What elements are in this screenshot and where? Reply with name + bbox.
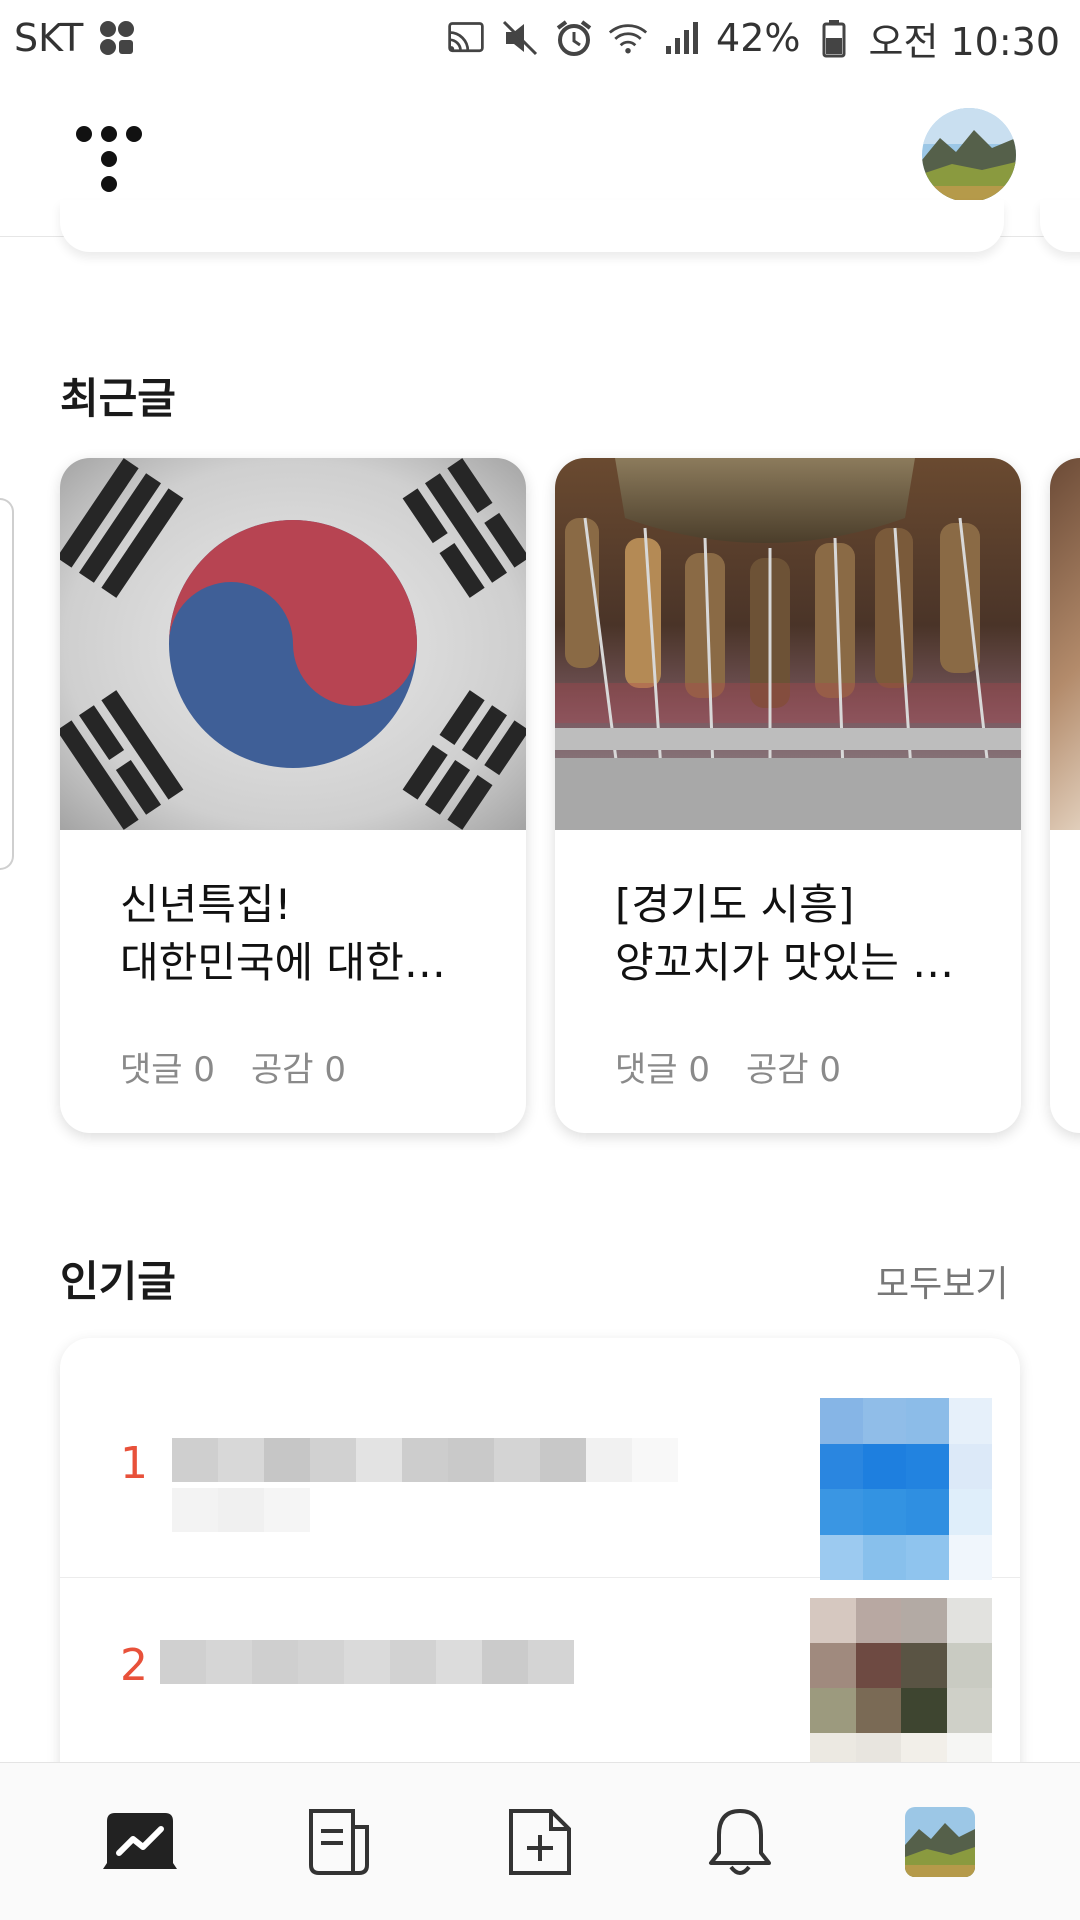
carrier-label: SKT — [14, 16, 84, 60]
notification-icon[interactable] — [690, 1792, 790, 1892]
rank-number: 2 — [120, 1640, 148, 1691]
popular-section-title: 인기글 — [60, 1257, 176, 1306]
tistory-logo-icon[interactable] — [74, 124, 144, 194]
comment-count: 댓글 0 — [615, 1050, 710, 1090]
previous-section-card-peek — [1040, 200, 1080, 252]
edge-panel-handle[interactable] — [0, 498, 14, 870]
recent-post-card[interactable]: [경기도 시흥] 양꼬치가 맛있는 … 댓글 0 공감 0 — [555, 458, 1021, 1133]
like-count: 공감 0 — [251, 1050, 346, 1090]
rank-number: 1 — [120, 1438, 148, 1489]
recent-section-title: 최근글 — [60, 374, 176, 423]
post-meta: 댓글 0 공감 0 — [120, 1042, 346, 1091]
comment-count: 댓글 0 — [120, 1050, 215, 1090]
status-bar: SKT 42% 오전 10:30 — [0, 0, 1080, 76]
post-title: 신년특집! 대한민국에 대한… — [120, 880, 446, 987]
vibrate-mute-icon — [500, 18, 540, 58]
battery-percent: 42% — [716, 16, 801, 60]
my-blog-avatar[interactable] — [890, 1792, 990, 1892]
recent-post-card-peek[interactable] — [1050, 458, 1080, 1133]
post-title: [경기도 시흥] 양꼬치가 맛있는 … — [615, 880, 955, 987]
see-all-link[interactable]: 모두보기 — [876, 1255, 1008, 1307]
recent-post-card[interactable]: 신년특집! 대한민국에 대한… 댓글 0 공감 0 — [60, 458, 526, 1133]
bottom-navigation — [0, 1762, 1080, 1920]
post-title-blurred — [160, 1640, 574, 1684]
profile-avatar[interactable] — [922, 108, 1016, 202]
post-thumbnail-blurred — [810, 1598, 992, 1778]
signal-icon — [662, 18, 702, 58]
posts-icon[interactable] — [290, 1792, 390, 1892]
post-thumbnail — [1050, 458, 1080, 830]
clock: 오전 10:30 — [868, 19, 1060, 64]
stats-icon[interactable] — [90, 1792, 190, 1892]
popular-list-item[interactable]: 1 — [60, 1338, 1020, 1580]
like-count: 공감 0 — [746, 1050, 841, 1090]
korean-flag-image — [60, 458, 526, 830]
lamb-skewer-image — [555, 458, 1021, 830]
previous-section-card — [60, 200, 1004, 252]
post-title-blurred — [172, 1438, 678, 1482]
alarm-icon — [554, 18, 594, 58]
app-notification-icon — [97, 18, 137, 58]
new-post-icon[interactable] — [490, 1792, 590, 1892]
post-subtitle-blurred — [172, 1488, 310, 1532]
post-thumbnail-blurred — [820, 1398, 992, 1580]
cast-icon — [446, 18, 486, 58]
post-meta: 댓글 0 공감 0 — [615, 1042, 841, 1091]
wifi-icon — [608, 18, 648, 58]
battery-icon — [814, 18, 854, 58]
